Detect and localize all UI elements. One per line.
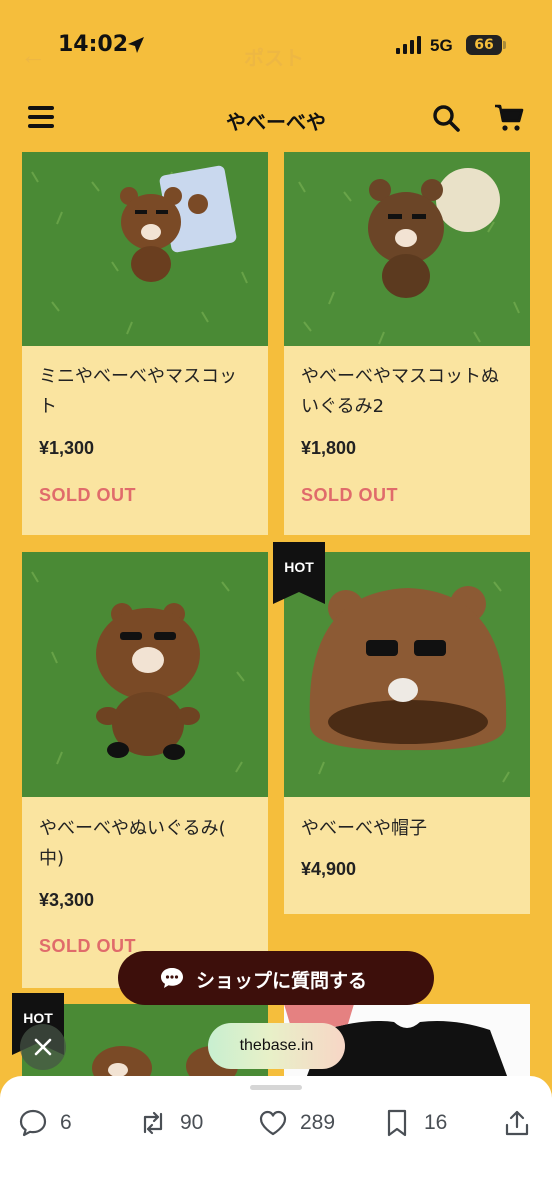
- product-name[interactable]: やべーべや帽子: [301, 814, 427, 844]
- product-card-mini-mascot[interactable]: ミニやべーべやマスコッ ト ¥1,300 SOLD OUT: [22, 152, 268, 535]
- product-name-line: ト: [39, 396, 57, 417]
- product-photo-mini-mascot[interactable]: [22, 152, 268, 346]
- share-icon: [505, 1110, 529, 1136]
- cart-icon[interactable]: [494, 104, 524, 132]
- sheet-grabber[interactable]: [250, 1085, 302, 1090]
- product-photo-plush-medium[interactable]: [22, 552, 268, 797]
- product-name[interactable]: やべーべやマスコットぬ いぐるみ2: [301, 362, 499, 422]
- product-card-hat[interactable]: やべーべや帽子 ¥4,900: [284, 552, 530, 914]
- battery-cap: [503, 41, 506, 49]
- reply-button[interactable]: 6: [18, 1108, 88, 1138]
- product-name-line: やべーべや帽子: [301, 818, 427, 839]
- post-action-bar: 6 90 289 16: [0, 1076, 552, 1200]
- search-icon[interactable]: [432, 104, 460, 132]
- back-arrow-icon[interactable]: ←: [20, 40, 46, 71]
- status-time: 14:02: [58, 32, 129, 57]
- signal-icon: [396, 36, 421, 54]
- link-domain-pill[interactable]: thebase.in: [208, 1023, 345, 1069]
- bookmark-count: 16: [424, 1111, 448, 1134]
- product-card-mascot-plush-2[interactable]: やべーべやマスコットぬ いぐるみ2 ¥1,800 SOLD OUT: [284, 152, 530, 535]
- like-count: 289: [300, 1111, 336, 1134]
- product-name-line: 中): [39, 848, 65, 869]
- battery-icon: 66: [466, 35, 502, 55]
- bookmark-icon: [387, 1109, 407, 1137]
- product-price: ¥1,300: [39, 438, 95, 458]
- speech-bubble-icon: [161, 968, 183, 988]
- reply-count: 6: [60, 1111, 72, 1134]
- product-name-line: いぐるみ2: [301, 396, 385, 417]
- bookmark-button[interactable]: 16: [382, 1108, 452, 1138]
- repost-button[interactable]: 90: [138, 1108, 218, 1138]
- ask-shop-label: ショップに質問する: [196, 970, 368, 992]
- product-name[interactable]: ミニやべーべやマスコッ ト: [39, 362, 237, 422]
- heart-icon: [259, 1110, 287, 1136]
- product-name-line: やべーべやマスコットぬ: [301, 366, 499, 387]
- product-photo-mascot-plush-2[interactable]: [284, 152, 530, 346]
- close-button[interactable]: [20, 1024, 66, 1070]
- close-icon: [34, 1038, 52, 1056]
- network-type: 5G: [430, 36, 453, 55]
- product-price: ¥1,800: [301, 438, 357, 458]
- repost-count: 90: [180, 1111, 204, 1134]
- product-price: ¥3,300: [39, 890, 95, 910]
- product-name-line: ミニやべーべやマスコッ: [39, 366, 237, 387]
- shop-header: やべーべや: [0, 92, 552, 148]
- reply-icon: [19, 1109, 47, 1137]
- hot-badge-label: HOT: [284, 559, 314, 575]
- share-button[interactable]: [502, 1108, 532, 1138]
- status-bar: ← ポスト 14:02 5G 66: [0, 0, 552, 92]
- product-card-plush-medium[interactable]: やべーべやぬいぐるみ( 中) ¥3,300 SOLD OUT: [22, 552, 268, 988]
- product-price: ¥4,900: [301, 859, 357, 879]
- ask-shop-button[interactable]: ショップに質問する: [118, 951, 434, 1005]
- location-arrow-icon: [128, 37, 144, 53]
- sold-out-label: SOLD OUT: [39, 485, 136, 505]
- shop-title[interactable]: やべーべや: [0, 106, 552, 135]
- repost-icon: [143, 1111, 163, 1135]
- ghost-post-title: ポスト: [244, 48, 304, 70]
- sold-out-label: SOLD OUT: [39, 936, 136, 956]
- sold-out-label: SOLD OUT: [301, 485, 398, 505]
- product-name[interactable]: やべーべやぬいぐるみ( 中): [39, 814, 226, 874]
- like-button[interactable]: 289: [258, 1108, 348, 1138]
- product-name-line: やべーべやぬいぐるみ(: [39, 818, 226, 839]
- hot-badge-label-wrap: HOT: [273, 542, 325, 604]
